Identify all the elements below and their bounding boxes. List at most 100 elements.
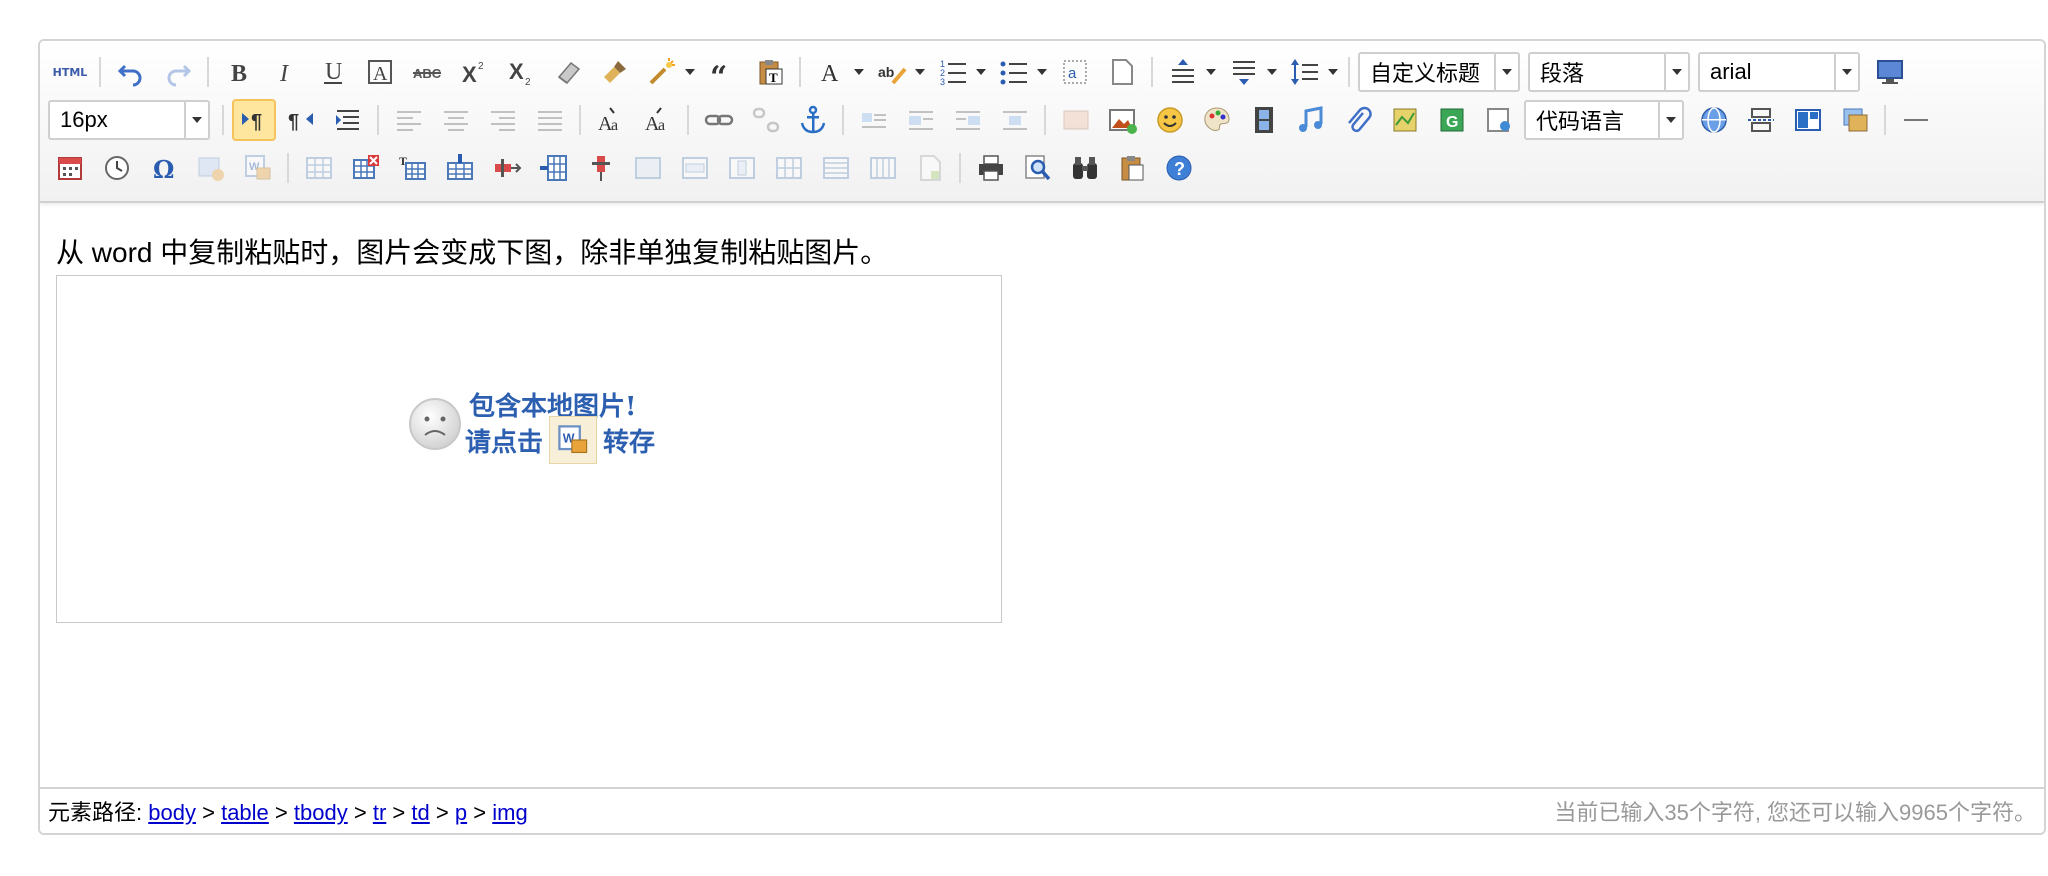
undo-button[interactable]: [109, 51, 153, 93]
path-link-img[interactable]: img: [492, 800, 527, 825]
bold-button[interactable]: B: [217, 51, 261, 93]
format-painter-button[interactable]: [593, 51, 637, 93]
underline-button[interactable]: U: [311, 51, 355, 93]
blockquote-button[interactable]: “: [701, 51, 745, 93]
merge-down-button[interactable]: [720, 147, 764, 189]
delete-row-button[interactable]: [485, 147, 529, 189]
path-link-tbody[interactable]: tbody: [294, 800, 348, 825]
search-replace-button[interactable]: [1063, 147, 1107, 189]
align-center-button[interactable]: [434, 99, 478, 141]
auto-typeset-button[interactable]: [640, 51, 684, 93]
to-lowercase-button[interactable]: Aa: [636, 99, 680, 141]
print-button[interactable]: [969, 147, 1013, 189]
link-button[interactable]: [697, 99, 741, 141]
page-break-insert-button[interactable]: [1739, 99, 1783, 141]
split-to-cells-button[interactable]: [767, 147, 811, 189]
line-height-button[interactable]: [1283, 51, 1327, 93]
path-link-tr[interactable]: tr: [373, 800, 386, 825]
insert-date-button[interactable]: [48, 147, 92, 189]
path-link-table[interactable]: table: [221, 800, 269, 825]
font-border-button[interactable]: A: [358, 51, 402, 93]
row-spacing-top-dropdown[interactable]: [1204, 69, 1218, 75]
insert-video-button[interactable]: [1242, 99, 1286, 141]
path-link-td[interactable]: td: [411, 800, 429, 825]
line-height-dropdown[interactable]: [1326, 69, 1340, 75]
remove-format-button[interactable]: [546, 51, 590, 93]
paste-plain-button[interactable]: T: [748, 51, 792, 93]
to-uppercase-button[interactable]: Aa: [589, 99, 633, 141]
word-image-button[interactable]: W: [236, 147, 280, 189]
image-none-button[interactable]: [852, 99, 896, 141]
highlight-color-button[interactable]: ab: [870, 51, 914, 93]
align-left-button[interactable]: [387, 99, 431, 141]
insert-frame-button[interactable]: a: [1053, 51, 1097, 93]
snapscreen-button[interactable]: [189, 147, 233, 189]
image-center-button[interactable]: [993, 99, 1037, 141]
custom-heading-select[interactable]: 自定义标题: [1358, 52, 1520, 92]
insert-caption-button[interactable]: T: [391, 147, 435, 189]
ordered-list-dropdown[interactable]: [974, 69, 988, 75]
webapp-button[interactable]: [1692, 99, 1736, 141]
insert-col-button[interactable]: [532, 147, 576, 189]
fullscreen-button[interactable]: [1868, 51, 1912, 93]
split-to-rows-button[interactable]: [814, 147, 858, 189]
anchor-button[interactable]: [791, 99, 835, 141]
highlight-color-dropdown[interactable]: [913, 69, 927, 75]
chart-button[interactable]: [908, 147, 952, 189]
path-link-body[interactable]: body: [148, 800, 196, 825]
simple-upload-button[interactable]: [1054, 99, 1098, 141]
code-language-select[interactable]: 代码语言: [1524, 100, 1684, 140]
split-to-cols-button[interactable]: [861, 147, 905, 189]
auto-typeset-dropdown[interactable]: [683, 69, 697, 75]
image-left-button[interactable]: [899, 99, 943, 141]
special-char-button[interactable]: Ω: [142, 147, 186, 189]
unordered-list-button[interactable]: [992, 51, 1036, 93]
italic-button[interactable]: I: [264, 51, 308, 93]
content-paragraph[interactable]: 从 word 中复制粘贴时，图片会变成下图，除非单独复制粘贴图片。: [56, 231, 888, 271]
subscript-button[interactable]: X2: [499, 51, 543, 93]
template-button[interactable]: [1786, 99, 1830, 141]
map-button[interactable]: [1383, 99, 1427, 141]
unlink-button[interactable]: [744, 99, 788, 141]
paragraph-format-select[interactable]: 段落: [1528, 52, 1690, 92]
align-right-button[interactable]: [481, 99, 525, 141]
ltr-direction-button[interactable]: ¶: [232, 99, 276, 141]
font-family-select[interactable]: arial: [1698, 52, 1860, 92]
rtl-direction-button[interactable]: ¶: [279, 99, 323, 141]
local-image-placeholder[interactable]: 包含本地图片! 请点击 W 转存: [56, 275, 1002, 623]
page-break-button[interactable]: [1100, 51, 1144, 93]
insert-image-button[interactable]: [1101, 99, 1145, 141]
merge-cells-button[interactable]: [626, 147, 670, 189]
path-link-p[interactable]: p: [455, 800, 467, 825]
editor-content[interactable]: 从 word 中复制粘贴时，图片会变成下图，除非单独复制粘贴图片。 包含本地图片…: [40, 203, 2044, 789]
attachment-button[interactable]: [1336, 99, 1380, 141]
insert-table-button[interactable]: [297, 147, 341, 189]
unordered-list-dropdown[interactable]: [1035, 69, 1049, 75]
row-spacing-bottom-dropdown[interactable]: [1265, 69, 1279, 75]
superscript-button[interactable]: X2: [452, 51, 496, 93]
insert-time-button[interactable]: [95, 147, 139, 189]
source-html-button[interactable]: HTML: [48, 51, 92, 93]
preview-button[interactable]: [1016, 147, 1060, 189]
strikethrough-button[interactable]: ABC: [405, 51, 449, 93]
help-button[interactable]: ?: [1157, 147, 1201, 189]
horizontal-rule-button[interactable]: [1894, 99, 1938, 141]
delete-table-button[interactable]: [344, 147, 388, 189]
row-spacing-top-button[interactable]: [1161, 51, 1205, 93]
insert-row-button[interactable]: [438, 147, 482, 189]
row-spacing-bottom-button[interactable]: [1222, 51, 1266, 93]
image-right-button[interactable]: [946, 99, 990, 141]
merge-right-button[interactable]: [673, 147, 717, 189]
indent-button[interactable]: [326, 99, 370, 141]
font-color-dropdown[interactable]: [852, 69, 866, 75]
insert-frame-page-button[interactable]: [1477, 99, 1521, 141]
redo-button[interactable]: [156, 51, 200, 93]
delete-col-button[interactable]: [579, 147, 623, 189]
align-justify-button[interactable]: [528, 99, 572, 141]
background-button[interactable]: [1833, 99, 1877, 141]
scrawl-button[interactable]: [1195, 99, 1239, 141]
font-color-button[interactable]: A: [809, 51, 853, 93]
ordered-list-button[interactable]: 123: [931, 51, 975, 93]
music-button[interactable]: [1289, 99, 1333, 141]
drafts-button[interactable]: [1110, 147, 1154, 189]
